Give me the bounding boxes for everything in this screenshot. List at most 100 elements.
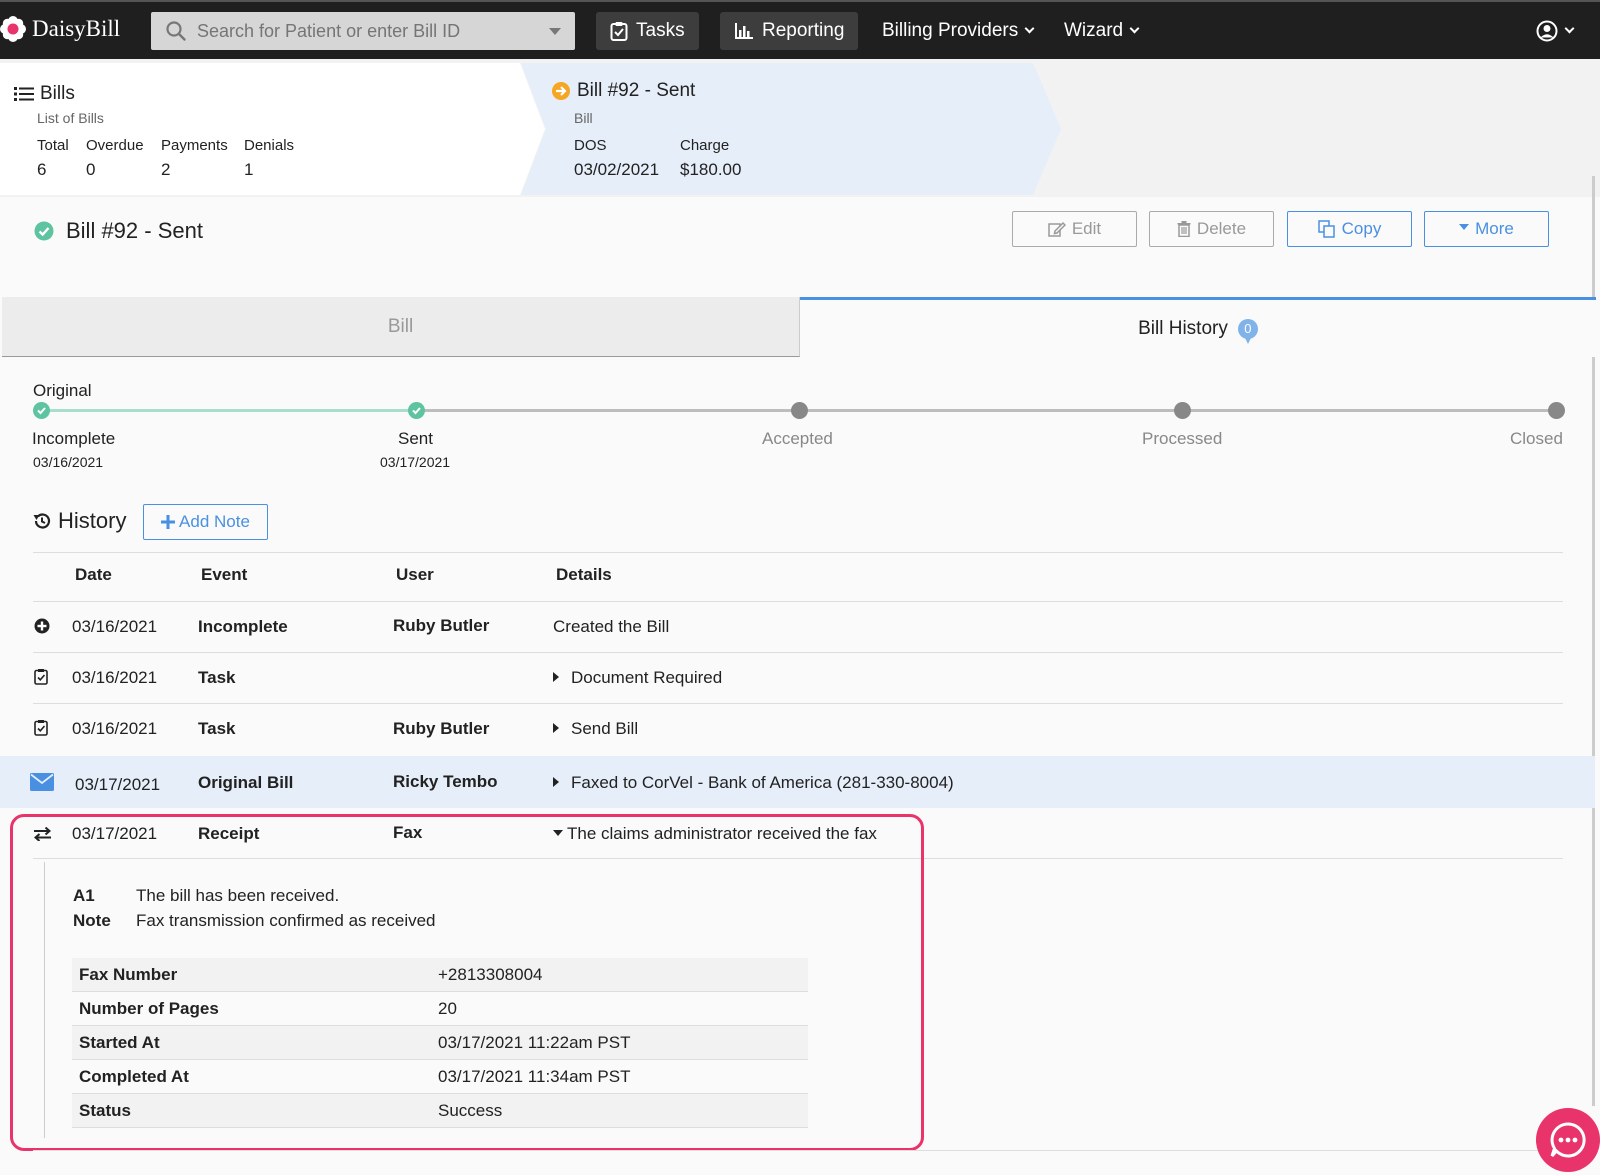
timeline-remaining-line	[416, 409, 1561, 412]
more-button[interactable]: More	[1424, 211, 1549, 247]
row-date: 03/16/2021	[72, 719, 158, 738]
chat-button[interactable]	[1536, 1108, 1600, 1172]
timeline-node-incomplete	[33, 402, 50, 419]
timeline-date-sent: 03/17/2021	[380, 454, 451, 470]
row-details: Created the Bill	[553, 617, 670, 636]
tasks-label: Tasks	[636, 20, 685, 41]
edit-button[interactable]: Edit	[1012, 211, 1137, 247]
current-bill-subtitle: Bill	[574, 110, 593, 126]
copy-label: Copy	[1341, 219, 1382, 238]
bar-chart-icon	[735, 23, 753, 39]
divider	[33, 703, 1563, 704]
timeline-progress-line	[41, 409, 416, 412]
billing-providers-menu[interactable]: Billing Providers	[868, 12, 1047, 50]
user-circle-icon	[1536, 20, 1558, 42]
check-circle-icon	[34, 221, 54, 241]
stat-total-value: 6	[37, 160, 47, 179]
add-note-button[interactable]: Add Note	[143, 504, 268, 540]
plus-circle-icon	[34, 618, 50, 634]
highlight-annotation-box	[10, 814, 924, 1151]
chevron-down-icon	[1129, 23, 1140, 34]
bills-crumb-title: Bills	[14, 83, 75, 105]
timeline-node-sent	[408, 402, 425, 419]
page-title-text: Bill #92 - Sent	[66, 218, 203, 243]
timeline-label-accepted: Accepted	[762, 429, 833, 448]
row-event: Task	[198, 668, 236, 687]
add-note-label: Add Note	[179, 512, 250, 531]
tab-bill-label: Bill	[387, 315, 414, 337]
row-details-text: Send Bill	[571, 719, 639, 738]
row-user: Ruby Butler	[393, 616, 490, 635]
divider	[33, 1150, 1563, 1151]
delete-button[interactable]: Delete	[1149, 211, 1274, 247]
copy-button[interactable]: Copy	[1287, 211, 1412, 247]
tab-bill-history[interactable]: Bill History 0	[800, 297, 1596, 357]
caret-down-icon	[1459, 224, 1470, 230]
divider	[33, 601, 1563, 602]
bill-crumb-title: Bill #92 - Sent	[551, 80, 695, 102]
tab-bill-history-label: Bill History	[1138, 317, 1228, 339]
stat-denials-value: 1	[244, 160, 254, 179]
row-user: Ruby Butler	[393, 719, 490, 738]
tasks-button[interactable]: Tasks	[596, 12, 699, 50]
breadcrumb-current-bill[interactable]: Bill #92 - Sent Bill DOS 03/02/2021 Char…	[521, 63, 1061, 195]
row-user: Ricky Tembo	[393, 772, 498, 791]
timeline-label-closed: Closed	[1510, 429, 1563, 448]
billing-providers-label: Billing Providers	[882, 20, 1019, 41]
search-input[interactable]	[197, 20, 537, 42]
edit-icon	[1048, 221, 1066, 237]
wizard-label: Wizard	[1064, 20, 1124, 41]
stat-payments-value: 2	[161, 160, 171, 179]
row-event: Task	[198, 719, 236, 738]
timeline-node-accepted	[791, 402, 808, 419]
stat-total-label: Total	[37, 137, 69, 154]
caret-right-icon	[553, 671, 559, 682]
breadcrumb-bills[interactable]: Bills List of Bills Total 6 Overdue 0 Pa…	[0, 63, 545, 195]
delete-label: Delete	[1196, 219, 1247, 238]
trash-icon	[1177, 221, 1191, 237]
chat-bubble-icon	[1550, 1122, 1586, 1158]
history-title: History	[32, 508, 126, 534]
wizard-menu[interactable]: Wizard	[1050, 12, 1152, 50]
history-count-badge: 0	[1237, 318, 1258, 344]
timeline-node-processed	[1174, 402, 1191, 419]
reporting-label: Reporting	[762, 20, 845, 41]
divider	[33, 552, 1563, 553]
row-details[interactable]: Document Required	[553, 668, 722, 688]
reporting-button[interactable]: Reporting	[720, 12, 859, 50]
row-details[interactable]: Send Bill	[553, 719, 638, 739]
patient-search[interactable]	[151, 12, 575, 50]
timeline-title: Original	[33, 381, 92, 400]
row-details-text: Faxed to CorVel - Bank of America (281-3…	[571, 773, 954, 792]
col-header-event: Event	[201, 565, 248, 584]
page-title: Bill #92 - Sent	[34, 218, 203, 244]
check-icon	[37, 407, 46, 415]
user-menu[interactable]	[1536, 20, 1575, 42]
brand-logo[interactable]: DaisyBill	[0, 16, 120, 42]
search-dropdown-caret-icon[interactable]	[549, 28, 561, 35]
list-icon	[14, 87, 34, 101]
row-event: Original Bill	[198, 773, 294, 792]
timeline-node-closed	[1548, 402, 1565, 419]
row-details-text: Document Required	[571, 668, 723, 687]
chevron-down-icon	[1564, 23, 1575, 34]
dos-label: DOS	[574, 137, 607, 154]
timeline-label-processed: Processed	[1142, 429, 1223, 448]
row-date: 03/16/2021	[72, 617, 158, 636]
history-icon	[33, 513, 51, 529]
search-icon	[166, 21, 186, 41]
daisy-icon	[0, 16, 26, 42]
breadcrumb: Bills List of Bills Total 6 Overdue 0 Pa…	[0, 59, 1600, 197]
caret-right-icon	[553, 722, 559, 733]
bills-subtitle: List of Bills	[37, 110, 104, 126]
task-icon	[34, 720, 48, 736]
stat-overdue-label: Overdue	[86, 137, 144, 154]
charge-label: Charge	[680, 137, 730, 154]
tab-bill[interactable]: Bill	[2, 297, 800, 357]
row-date: 03/16/2021	[72, 668, 158, 687]
timeline-date-incomplete: 03/16/2021	[33, 454, 104, 470]
brand-name: DaisyBill	[32, 16, 121, 41]
stat-denials-label: Denials	[244, 137, 295, 154]
history-title-text: History	[58, 508, 127, 533]
row-details[interactable]: Faxed to CorVel - Bank of America (281-3…	[553, 773, 954, 793]
